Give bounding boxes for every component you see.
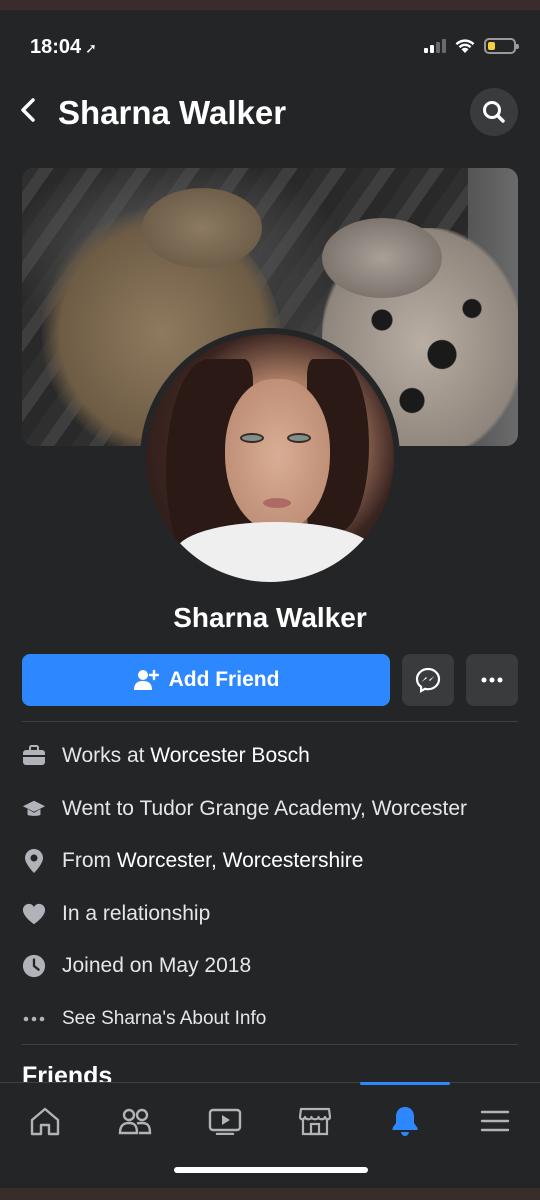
location-arrow-icon: ➚ [85, 40, 97, 56]
more-options-button[interactable] [466, 654, 518, 706]
status-time: 18:04 ➚ [30, 36, 97, 59]
clock-icon [22, 954, 46, 978]
friends-icon [118, 1108, 152, 1135]
heart-icon [22, 902, 46, 926]
info-row-relationship: In a relationship [22, 888, 518, 941]
info-education-text: Went to Tudor Grange Academy, Worcester [62, 796, 468, 820]
avatar-photo [146, 334, 394, 582]
message-button[interactable] [402, 654, 454, 706]
status-right [424, 38, 519, 54]
info-joined-text: Joined on May 2018 [62, 954, 252, 978]
tan-dog-head [142, 188, 262, 268]
home-indicator[interactable] [174, 1167, 368, 1173]
tab-notifications[interactable] [360, 1082, 450, 1143]
home-icon [30, 1107, 60, 1136]
status-bar: 18:04 ➚ [0, 10, 540, 70]
messenger-icon [415, 667, 441, 693]
more-dots-icon [22, 1007, 46, 1031]
info-work-text: Works at Worcester Bosch [62, 744, 310, 768]
video-icon [208, 1108, 242, 1135]
info-row-joined: Joined on May 2018 [22, 940, 518, 993]
add-friend-button[interactable]: Add Friend [22, 654, 390, 706]
profile-avatar[interactable] [140, 328, 400, 588]
intro-details: Works at Worcester Bosch Went to Tudor G… [22, 730, 518, 1045]
info-hometown-text: From Worcester, Worcestershire [62, 849, 364, 873]
briefcase-icon [22, 744, 46, 768]
bell-icon [392, 1107, 418, 1136]
tab-friends[interactable] [90, 1099, 180, 1143]
tab-marketplace[interactable] [270, 1099, 360, 1143]
profile-actions: Add Friend [22, 654, 518, 706]
tab-menu[interactable] [450, 1099, 540, 1143]
info-row-hometown: From Worcester, Worcestershire [22, 835, 518, 888]
divider [22, 1044, 518, 1045]
graduation-cap-icon [22, 797, 46, 821]
shop-icon [298, 1107, 332, 1136]
menu-icon [480, 1110, 510, 1132]
add-friend-label: Add Friend [168, 668, 280, 691]
wifi-icon [455, 39, 475, 53]
hometown-link[interactable]: Worcester, Worcestershire [117, 849, 364, 872]
phone-screen: 18:04 ➚ Sharna Walker Sharna Walker Add … [0, 10, 540, 1188]
info-row-education: Went to Tudor Grange Academy, Worcester [22, 783, 518, 836]
time-text: 18:04 [30, 36, 82, 58]
location-pin-icon [22, 849, 46, 874]
battery-icon [484, 38, 519, 54]
spotted-dog-head [322, 218, 442, 298]
bottom-tab-bar [0, 1082, 540, 1188]
workplace-link[interactable]: Worcester Bosch [150, 744, 310, 767]
search-button[interactable] [470, 88, 518, 136]
info-relationship-text: In a relationship [62, 901, 211, 925]
info-row-work: Works at Worcester Bosch [22, 730, 518, 783]
see-about-info-link[interactable]: See Sharna's About Info [22, 993, 518, 1046]
chevron-left-icon[interactable] [18, 96, 38, 130]
cellular-signal-icon [424, 39, 446, 53]
more-dots-icon [481, 677, 503, 683]
tab-watch[interactable] [180, 1099, 270, 1143]
divider [22, 721, 518, 722]
tab-home[interactable] [0, 1099, 90, 1143]
add-friend-icon [133, 669, 159, 690]
search-icon [483, 101, 505, 123]
page-title: Sharna Walker [58, 94, 287, 131]
profile-header: Sharna Walker [0, 82, 540, 142]
see-about-info-text: See Sharna's About Info [62, 1007, 267, 1029]
profile-name: Sharna Walker [173, 602, 367, 633]
